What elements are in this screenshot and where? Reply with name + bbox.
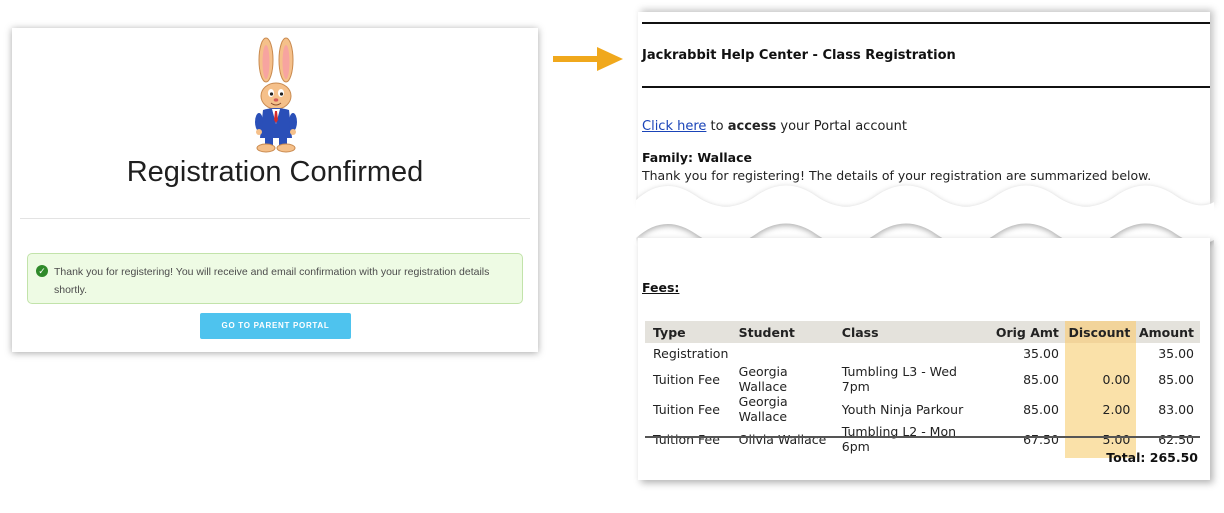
cell-type: Tuition Fee xyxy=(653,431,720,447)
fees-label: Fees: xyxy=(642,280,680,295)
column-header-discount: Discount xyxy=(1064,321,1137,343)
check-circle-icon: ✓ xyxy=(36,265,48,277)
click-here-link[interactable]: Click here xyxy=(642,119,706,134)
alert-message: Thank you for registering! You will rece… xyxy=(54,266,490,296)
cell-student: Georgia Wallace xyxy=(738,364,788,394)
cell-class: Youth Ninja Parkour xyxy=(841,401,964,417)
header-rule-top xyxy=(642,22,1210,24)
email-header: Jackrabbit Help Center - Class Registrat… xyxy=(642,48,956,63)
cell-class: Tumbling L2 - Mon 6pm xyxy=(841,424,957,454)
cell-orig-amt: 35.00 xyxy=(1023,346,1059,361)
table-header-row: Type Student Class Orig Amt Discount Amo… xyxy=(645,321,1200,343)
table-row: Registration 35.00 35.00 xyxy=(645,343,1200,364)
cell-student: Olivia Wallace xyxy=(738,431,827,447)
column-header-amount: Amount xyxy=(1136,321,1200,343)
email-summary-fees: Fees: Type Student Class Orig Amt Discou… xyxy=(638,238,1210,480)
cell-type: Registration xyxy=(653,346,729,361)
success-alert: ✓ Thank you for registering! You will re… xyxy=(27,253,523,304)
column-header-class: Class xyxy=(833,321,971,343)
cell-discount xyxy=(1064,343,1137,364)
access-pre-text: to xyxy=(710,119,724,134)
portal-access-line: Click here to access your Portal account xyxy=(642,119,907,134)
cell-orig-amt: 85.00 xyxy=(1023,401,1059,417)
header-rule-bottom xyxy=(642,86,1210,88)
table-divider xyxy=(645,436,1200,438)
arrow-right-icon xyxy=(553,47,623,71)
access-bold-text: access xyxy=(727,119,777,134)
access-post-text: your Portal account xyxy=(780,119,908,134)
fees-total: Total: 265.50 xyxy=(1106,450,1198,465)
cell-student xyxy=(731,343,834,364)
cell-class xyxy=(834,343,971,364)
page-title: Registration Confirmed xyxy=(126,156,424,188)
cell-class: Tumbling L3 - Wed 7pm xyxy=(841,364,957,394)
go-to-parent-portal-button[interactable]: GO TO PARENT PORTAL xyxy=(200,313,351,339)
cell-orig-amt: 85.00 xyxy=(1023,371,1059,387)
cell-amount: 35.00 xyxy=(1158,346,1194,361)
cell-type: Tuition Fee xyxy=(653,401,720,417)
cell-student: Georgia Wallace xyxy=(738,394,788,424)
family-name: Family: Wallace xyxy=(642,150,753,165)
cell-orig-amt: 67.50 xyxy=(1023,431,1059,447)
rabbit-mascot-icon xyxy=(255,37,297,153)
registration-confirmed-card: Registration Confirmed ✓ Thank you for r… xyxy=(12,28,538,352)
divider xyxy=(20,218,530,219)
column-header-orig-amt: Orig Amt xyxy=(970,321,1065,343)
cell-discount: 2.00 xyxy=(1064,394,1137,424)
table-row: Tuition Fee Georgia Wallace Youth Ninja … xyxy=(645,394,1200,424)
cell-discount: 0.00 xyxy=(1064,364,1137,394)
column-header-student: Student xyxy=(730,321,834,343)
cell-type: Tuition Fee xyxy=(653,371,720,387)
column-header-type: Type xyxy=(645,321,731,343)
table-row: Tuition Fee Georgia Wallace Tumbling L3 … xyxy=(645,364,1200,394)
cell-amount: 85.00 xyxy=(1158,371,1194,387)
email-summary-top: Jackrabbit Help Center - Class Registrat… xyxy=(638,12,1210,206)
cell-amount: 83.00 xyxy=(1158,401,1194,417)
